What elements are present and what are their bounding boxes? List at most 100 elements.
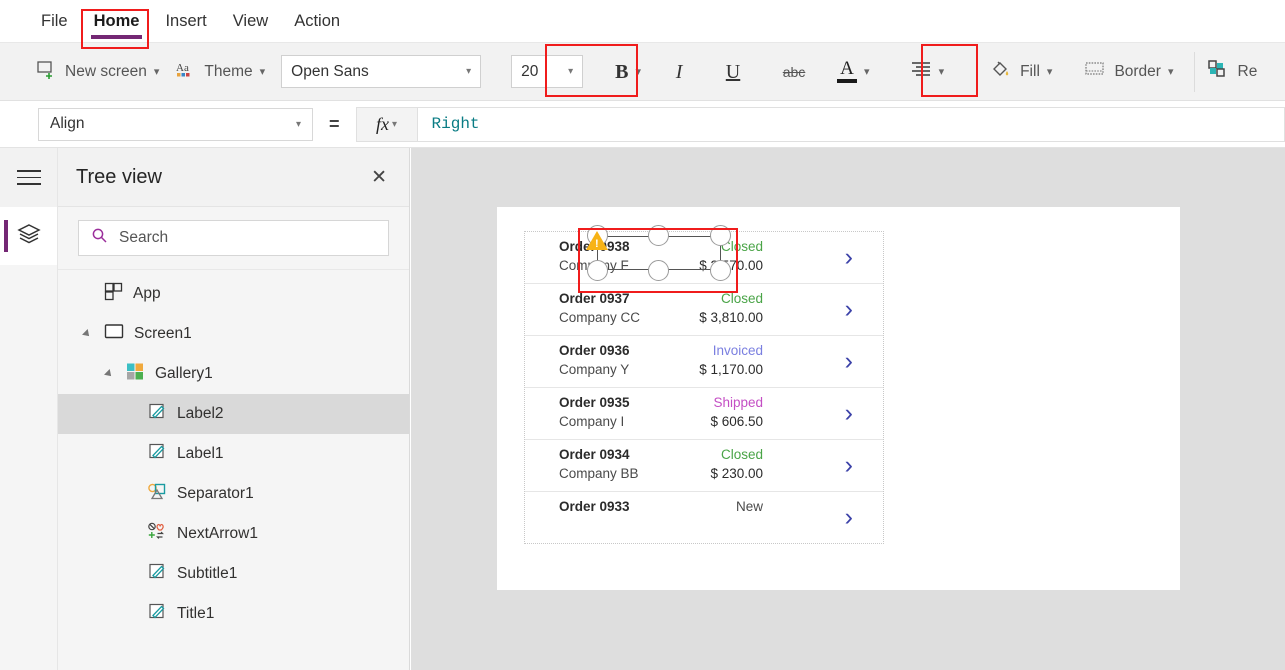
font-color-button[interactable]: A ▾ <box>829 50 878 94</box>
row-amount: $ 230.00 <box>710 466 763 481</box>
hamburger-menu-button[interactable] <box>0 148 57 207</box>
next-arrow-icon[interactable]: › <box>845 401 853 426</box>
tree-node-list: App Screen1 Gallery1 Label2 Label1 Separ… <box>58 270 409 634</box>
menu-item-action[interactable]: Action <box>281 0 353 43</box>
tree-node-label: NextArrow1 <box>177 525 258 542</box>
row-status: Closed <box>720 447 763 462</box>
resize-handle-top-right[interactable] <box>710 225 731 246</box>
gallery-row[interactable]: Order 0935 Company I Shipped $ 606.50 › <box>525 388 883 440</box>
new-screen-button[interactable]: New screen ▾ <box>28 50 167 94</box>
search-input[interactable]: Search <box>78 220 389 256</box>
row-title: Order 0933 <box>559 499 630 514</box>
font-size-value: 20 <box>521 62 539 80</box>
search-placeholder: Search <box>119 229 169 246</box>
tree-node-label: Label1 <box>177 445 224 462</box>
next-arrow-icon[interactable]: › <box>845 349 853 374</box>
border-button[interactable]: Border ▾ <box>1076 50 1181 94</box>
italic-button[interactable]: I <box>659 52 699 92</box>
gallery-control[interactable]: Order 0938 Company F Closed $ 2,570.00 ›… <box>524 231 884 544</box>
gallery-row[interactable]: Order 0934 Company BB Closed $ 230.00 › <box>525 440 883 492</box>
menu-item-view[interactable]: View <box>220 0 281 43</box>
new-screen-icon <box>36 59 56 84</box>
active-tab-indicator <box>90 35 143 39</box>
row-subtitle: Company I <box>559 414 625 429</box>
theme-button[interactable]: Aa Theme ▾ <box>167 50 273 94</box>
design-canvas[interactable]: Order 0938 Company F Closed $ 2,570.00 ›… <box>411 148 1285 670</box>
next-arrow-icon[interactable]: › <box>845 453 853 478</box>
chevron-down-icon: ▾ <box>295 118 301 130</box>
menu-bar: File Home Insert View Action <box>0 0 1285 43</box>
label-icon <box>148 602 167 626</box>
reorder-button[interactable]: Re <box>1199 50 1266 94</box>
font-family-value: Open Sans <box>291 62 369 80</box>
resize-handle-top-center[interactable] <box>648 225 669 246</box>
label-icon <box>148 442 167 466</box>
tree-node-label1[interactable]: Label1 <box>58 434 409 474</box>
menu-item-file[interactable]: File <box>28 0 81 43</box>
row-subtitle: Company Y <box>559 362 630 377</box>
selection-frame[interactable] <box>587 225 731 281</box>
resize-handle-bottom-center[interactable] <box>648 260 669 281</box>
tree-node-label: Title1 <box>177 605 215 622</box>
next-arrow-icon[interactable]: › <box>845 245 853 270</box>
menu-item-insert[interactable]: Insert <box>152 0 219 43</box>
tree-node-title1[interactable]: Title1 <box>58 594 409 634</box>
app-icon <box>104 282 123 306</box>
tree-view-header: Tree view ✕ <box>58 148 409 207</box>
align-button[interactable]: ▾ <box>902 50 953 94</box>
strikethrough-icon: abc <box>782 63 806 80</box>
warning-exclamation-glyph: ! <box>595 238 599 250</box>
resize-handle-bottom-left[interactable] <box>587 260 608 281</box>
fill-button[interactable]: Fill ▾ <box>982 50 1060 94</box>
tree-node-app[interactable]: App <box>58 274 409 314</box>
expand-caret[interactable] <box>80 329 94 339</box>
formula-input[interactable]: Right <box>417 106 1285 142</box>
row-title: Order 0935 <box>559 395 630 410</box>
tree-node-label: Separator1 <box>177 485 254 502</box>
tree-node-gallery1[interactable]: Gallery1 <box>58 354 409 394</box>
menu-item-label: File <box>41 11 68 30</box>
panel-title: Tree view <box>76 165 162 188</box>
font-size-select[interactable]: 20 ▾ <box>511 55 584 88</box>
strikethrough-button[interactable]: abc <box>771 52 817 92</box>
gallery-row[interactable]: Order 0937 Company CC Closed $ 3,810.00 … <box>525 284 883 336</box>
font-family-select[interactable]: Open Sans ▾ <box>281 55 482 88</box>
menu-item-home[interactable]: Home <box>81 0 153 43</box>
hamburger-menu-icon <box>16 170 41 185</box>
row-amount: $ 1,170.00 <box>699 362 763 377</box>
next-arrow-icon[interactable]: › <box>845 505 853 530</box>
chevron-down-icon: ▾ <box>938 66 945 78</box>
close-icon[interactable]: ✕ <box>371 168 387 187</box>
equals-sign: = <box>329 113 340 134</box>
gallery-row[interactable]: Order 0936 Company Y Invoiced $ 1,170.00… <box>525 336 883 388</box>
row-status: Closed <box>720 291 763 306</box>
rail-item-tree-view[interactable] <box>0 207 57 265</box>
label-icon <box>148 402 167 426</box>
row-status: Shipped <box>713 395 763 410</box>
tree-node-separator1[interactable]: Separator1 <box>58 474 409 514</box>
next-arrow-icon <box>148 522 167 546</box>
chevron-down-icon: ▾ <box>1046 66 1053 78</box>
resize-handle-bottom-right[interactable] <box>710 260 731 281</box>
bold-button[interactable]: B ▾ <box>607 50 649 94</box>
menu-item-label: Action <box>294 11 341 30</box>
row-subtitle: Company CC <box>559 310 641 325</box>
tree-view-panel: Tree view ✕ Search App Screen1 Gallery1 … <box>58 148 410 670</box>
theme-label: Theme <box>204 62 253 80</box>
tree-node-screen1[interactable]: Screen1 <box>58 314 409 354</box>
tree-node-label2[interactable]: Label2 <box>58 394 409 434</box>
underline-icon: U <box>725 60 741 83</box>
left-rail <box>0 148 58 670</box>
fill-label: Fill <box>1020 62 1040 80</box>
tree-node-nextarrow1[interactable]: NextArrow1 <box>58 514 409 554</box>
underline-button[interactable]: U <box>713 52 753 92</box>
expand-caret[interactable] <box>102 369 116 379</box>
tree-node-subtitle1[interactable]: Subtitle1 <box>58 554 409 594</box>
new-screen-label: New screen <box>65 62 147 80</box>
gallery-row[interactable]: Order 0933 New › <box>525 492 883 543</box>
selection-edge-right <box>719 246 721 260</box>
fx-button[interactable]: fx ▾ <box>355 106 418 142</box>
app-screen-preview[interactable]: Order 0938 Company F Closed $ 2,570.00 ›… <box>497 207 1180 590</box>
property-select[interactable]: Align ▾ <box>38 107 313 141</box>
next-arrow-icon[interactable]: › <box>845 297 853 322</box>
